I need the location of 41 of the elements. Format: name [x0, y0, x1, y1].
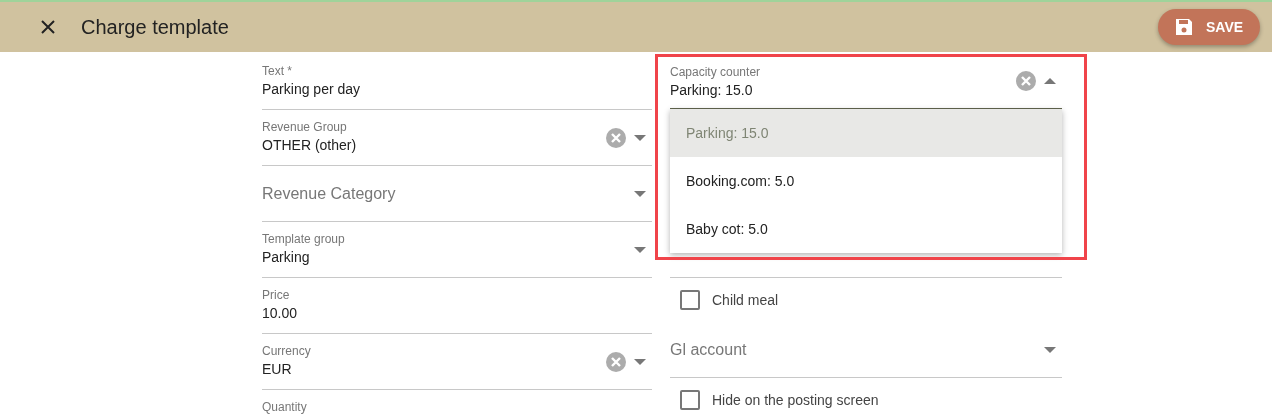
caret-down-icon[interactable]	[634, 246, 646, 253]
select-field[interactable]: Revenue Group OTHER (other)	[262, 110, 652, 166]
field-label: Currency	[262, 344, 312, 358]
clear-icon[interactable]	[606, 127, 626, 148]
caret-down-icon[interactable]	[634, 190, 646, 197]
field-label: Template group	[262, 232, 346, 246]
field-placeholder: Revenue Category	[262, 184, 397, 203]
checkbox[interactable]	[680, 290, 700, 310]
field-value: Parking per day	[262, 81, 362, 97]
caret-down-icon[interactable]	[634, 134, 646, 141]
field-label: Quantity	[262, 400, 308, 414]
clear-icon[interactable]	[606, 351, 626, 372]
input-field[interactable]: Quantity	[262, 390, 652, 419]
checkbox-label: Child meal	[712, 292, 779, 308]
input-field[interactable]: Text * Parking per day	[262, 54, 652, 110]
input-field[interactable]: Price 10.00	[262, 278, 652, 334]
close-icon	[40, 19, 56, 35]
field-value: Parking	[262, 249, 311, 265]
caret-down-icon[interactable]	[1044, 346, 1056, 353]
field-value: OTHER (other)	[262, 137, 358, 153]
checkbox[interactable]	[680, 390, 700, 410]
field-label: Price	[262, 288, 291, 302]
caret-up-icon[interactable]	[1044, 78, 1056, 84]
field-value: 10.00	[262, 305, 299, 321]
checkbox-label: Hide on the posting screen	[712, 392, 879, 408]
clear-icon[interactable]	[1016, 71, 1036, 91]
select-field[interactable]: Gl account	[670, 322, 1062, 378]
menu-option[interactable]: Baby cot: 5.0	[670, 205, 1062, 253]
select-field[interactable]: Currency EUR	[262, 334, 652, 390]
field-label: Capacity counter	[670, 64, 762, 79]
field-label: Revenue Group	[262, 120, 348, 134]
save-button[interactable]: SAVE	[1158, 9, 1260, 45]
select-field[interactable]: Template group Parking	[262, 222, 652, 278]
field-placeholder: Gl account	[670, 340, 748, 359]
field-label: Text *	[262, 64, 293, 78]
select-field[interactable]: Revenue Category	[262, 166, 652, 222]
menu-option[interactable]: Booking.com: 5.0	[670, 157, 1062, 205]
page-title: Charge template	[81, 15, 230, 39]
field-value: EUR	[262, 361, 293, 377]
field-value: Parking: 15.0	[670, 81, 754, 98]
caret-down-icon[interactable]	[634, 358, 646, 365]
